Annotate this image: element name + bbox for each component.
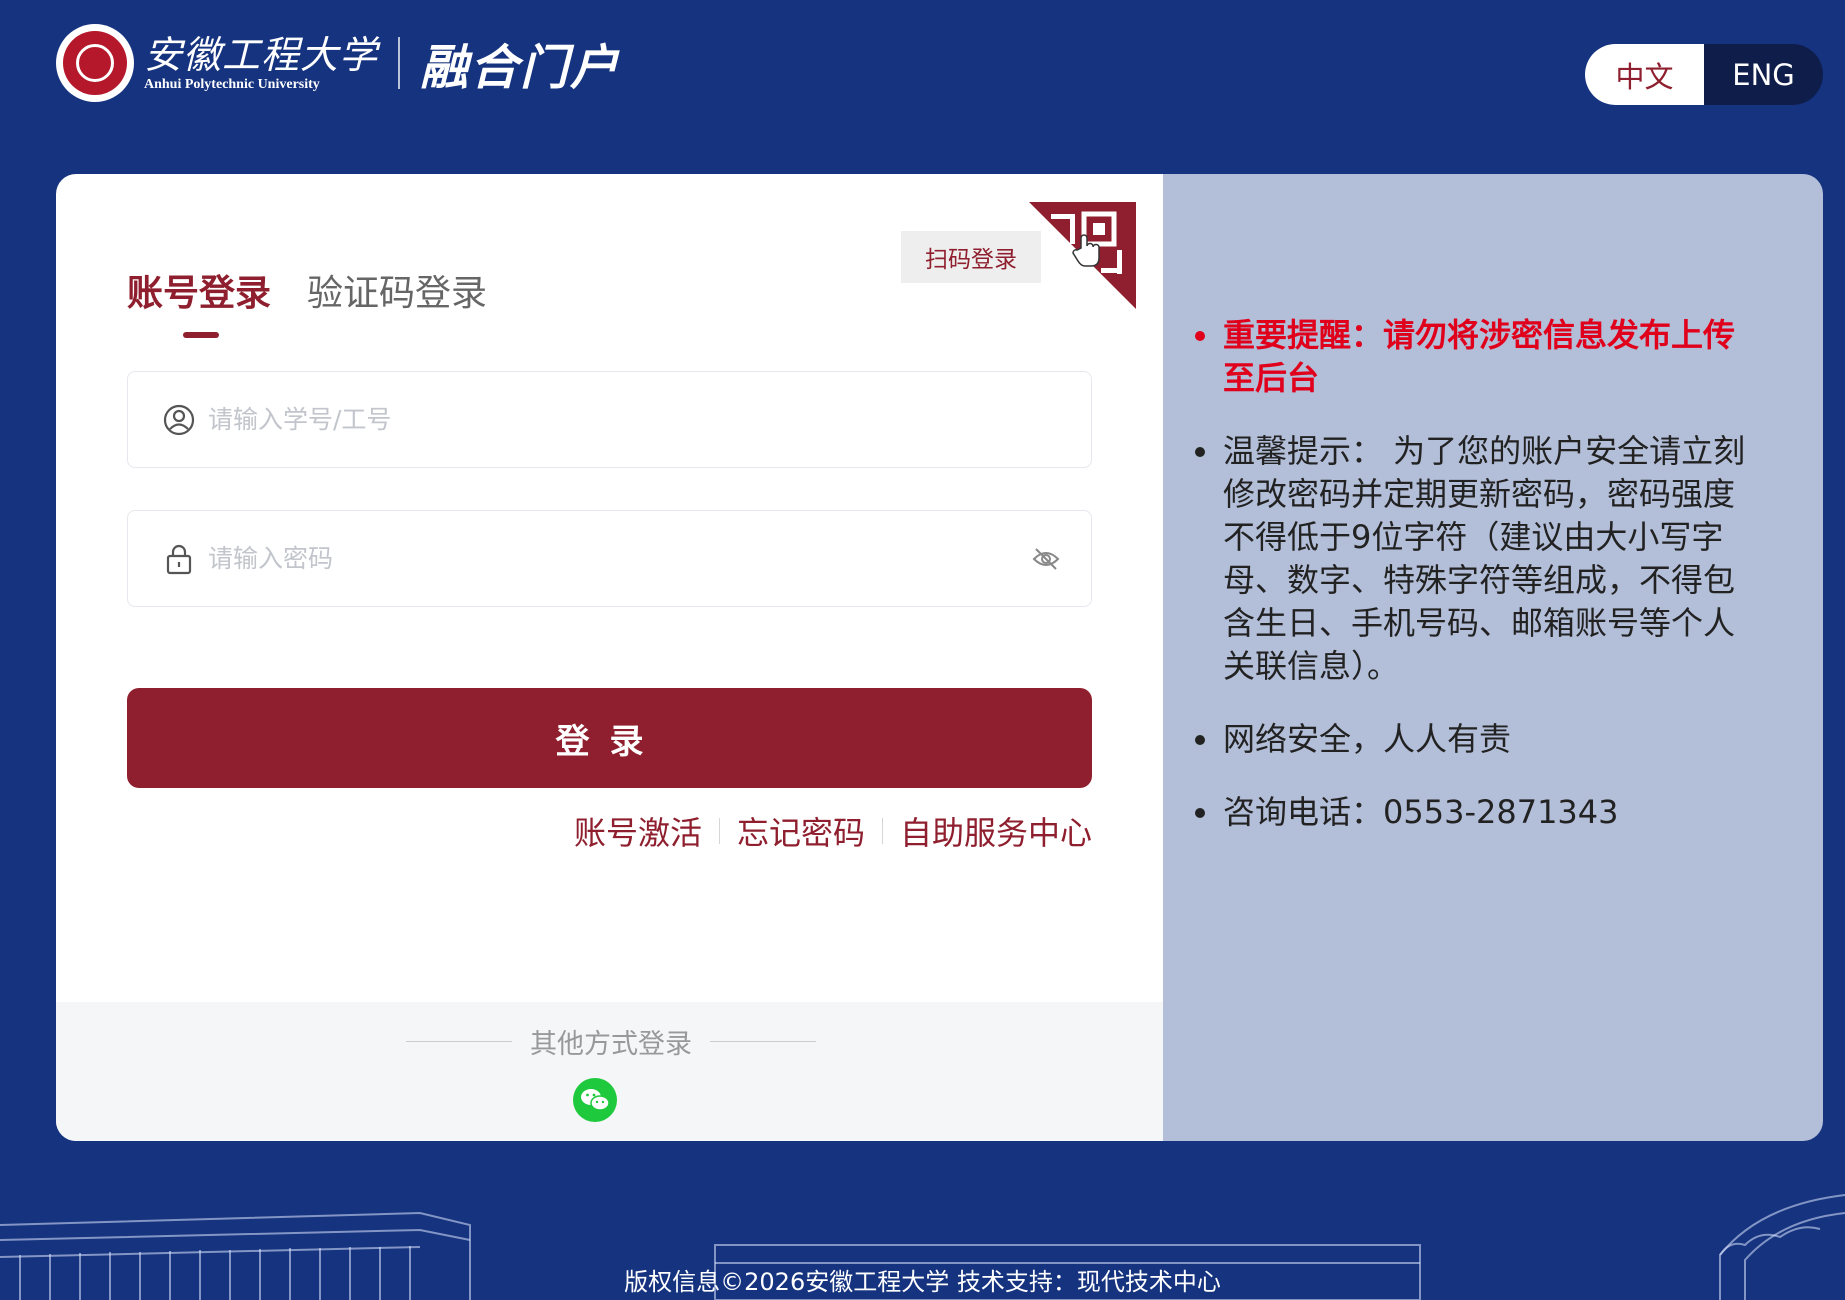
language-switch: 中文 ENG — [1585, 44, 1823, 105]
tab-account-login[interactable]: 账号登录 — [127, 264, 271, 338]
username-field — [127, 371, 1092, 468]
password-field — [127, 510, 1092, 607]
link-divider — [718, 818, 720, 844]
other-login-label: 其他方式登录 — [530, 1029, 692, 1060]
divider-line — [710, 1041, 816, 1042]
link-divider — [881, 818, 883, 844]
eye-off-icon[interactable] — [1031, 544, 1061, 574]
forgot-password-link[interactable]: 忘记密码 — [737, 808, 865, 854]
university-seal-icon — [56, 24, 134, 102]
portal-title: 融合门户 — [420, 40, 621, 96]
wechat-icon — [581, 1089, 610, 1111]
helper-links: 账号激活 忘记密码 自助服务中心 — [574, 808, 1092, 854]
footer-copyright: 版权信息©2026安徽工程大学 技术支持：现代技术中心 — [624, 1268, 1221, 1296]
notice-list: 重要提醒：请勿将涉密信息发布上传至后台 温馨提示： 为了您的账户安全请立刻修改密… — [1191, 314, 1751, 864]
notice-important: 重要提醒：请勿将涉密信息发布上传至后台 — [1191, 314, 1751, 400]
university-name-cn: 安徽工程大学 — [144, 33, 379, 77]
lock-icon — [166, 544, 192, 574]
other-login-area: 其他方式登录 — [56, 1002, 1163, 1141]
qr-code-icon[interactable] — [1029, 202, 1136, 309]
logo-divider — [398, 37, 401, 89]
username-input[interactable] — [206, 388, 1091, 451]
login-tabs: 账号登录 验证码登录 — [127, 264, 523, 338]
divider-line — [406, 1041, 512, 1042]
lang-english-button[interactable]: ENG — [1704, 44, 1823, 105]
tab-code-login[interactable]: 验证码登录 — [307, 264, 487, 338]
lang-chinese-button[interactable]: 中文 — [1585, 44, 1704, 105]
notice-security: 网络安全，人人有责 — [1191, 718, 1751, 761]
wechat-login-button[interactable] — [573, 1078, 617, 1122]
login-card: 账号登录 验证码登录 扫码登录 请输入学号/工号 登录 账号激活 忘记密码 自助… — [56, 174, 1823, 1141]
activate-account-link[interactable]: 账号激活 — [574, 808, 702, 854]
login-panel: 账号登录 验证码登录 扫码登录 请输入学号/工号 登录 账号激活 忘记密码 自助… — [56, 174, 1163, 1141]
qr-login-tip[interactable]: 扫码登录 — [901, 231, 1041, 283]
login-button[interactable]: 登录 — [127, 688, 1092, 788]
notice-panel: 重要提醒：请勿将涉密信息发布上传至后台 温馨提示： 为了您的账户安全请立刻修改密… — [1163, 174, 1823, 1141]
other-login-title: 其他方式登录 — [401, 1022, 821, 1061]
notice-phone: 咨询电话：0553-2871343 — [1191, 791, 1751, 834]
user-icon — [163, 404, 195, 435]
self-service-link[interactable]: 自助服务中心 — [900, 808, 1092, 854]
notice-password-tip: 温馨提示： 为了您的账户安全请立刻修改密码并定期更新密码，密码强度不得低于9位字… — [1191, 430, 1751, 688]
password-input[interactable] — [206, 527, 1031, 590]
university-name: 安徽工程大学 Anhui Polytechnic University — [144, 33, 378, 93]
university-name-en: Anhui Polytechnic University — [144, 77, 320, 92]
university-logo: 安徽工程大学 Anhui Polytechnic University 融合门户 — [56, 24, 620, 102]
